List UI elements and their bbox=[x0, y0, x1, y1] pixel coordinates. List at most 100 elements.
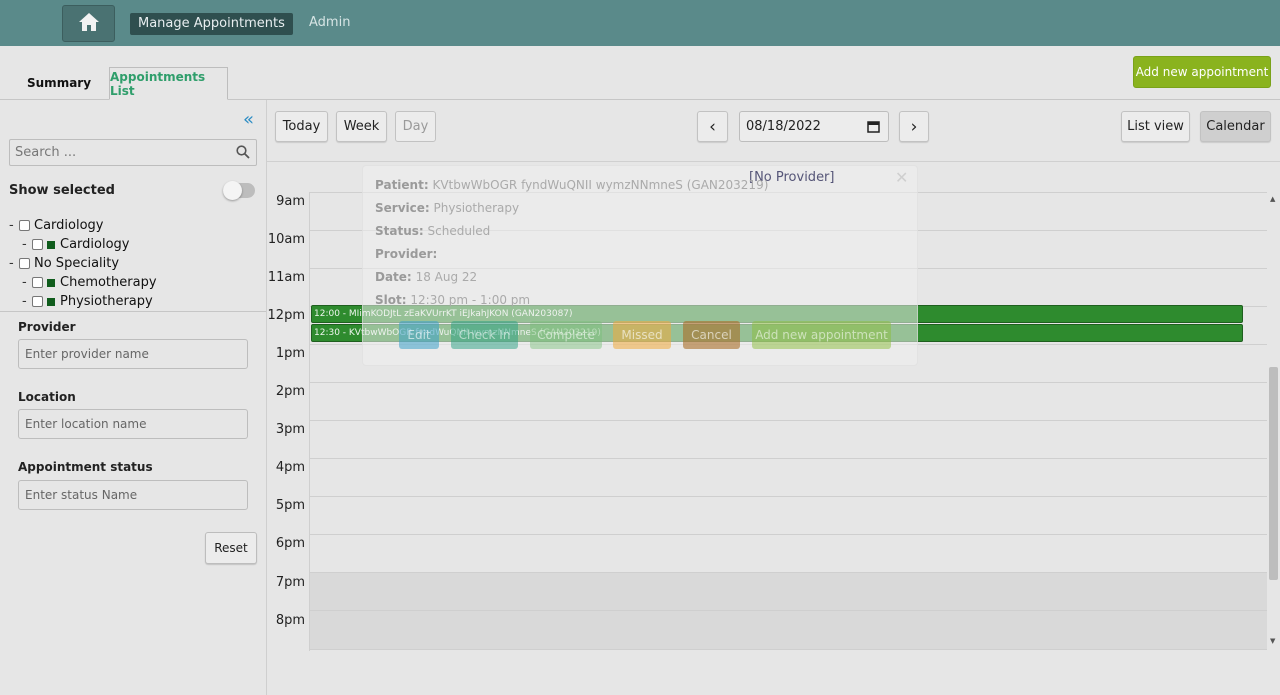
location-label: Location bbox=[18, 390, 76, 404]
popover-value: Physiotherapy bbox=[433, 201, 520, 215]
tree-item-cardiology-group: - Cardiology bbox=[9, 218, 104, 233]
hour-line bbox=[309, 458, 1267, 459]
top-nav-bar: Manage Appointments Admin bbox=[0, 0, 1280, 46]
popover-label: Provider: bbox=[375, 247, 438, 261]
check-in-button[interactable]: Check In bbox=[451, 321, 518, 349]
popover-value: KVtbwWbOGR fyndWuQNII wymzNNmneS (GAN203… bbox=[432, 178, 769, 192]
tree-label: Chemotherapy bbox=[60, 275, 157, 290]
popover-slot: Slot: 12:30 pm - 1:00 pm bbox=[375, 293, 530, 307]
home-button[interactable] bbox=[62, 5, 115, 42]
reset-button[interactable]: Reset bbox=[205, 532, 257, 564]
hour-line bbox=[309, 572, 1267, 573]
home-icon bbox=[78, 12, 100, 36]
appointment-status-input[interactable]: Enter status Name bbox=[18, 480, 248, 510]
hour-line bbox=[309, 610, 1267, 611]
hour-label: 1pm bbox=[275, 346, 305, 361]
edit-button[interactable]: Edit bbox=[399, 321, 439, 349]
popover-label: Date: bbox=[375, 270, 412, 284]
tab-summary[interactable]: Summary bbox=[27, 76, 91, 90]
tree-item-cardiology: - Cardiology bbox=[22, 237, 130, 252]
popover-value: Scheduled bbox=[427, 224, 491, 238]
hour-line bbox=[309, 534, 1267, 535]
week-button[interactable]: Week bbox=[336, 111, 387, 142]
missed-button[interactable]: Missed bbox=[613, 321, 671, 349]
prev-date-button[interactable]: ‹ bbox=[697, 111, 728, 142]
popover-value: 12:30 pm - 1:00 pm bbox=[410, 293, 531, 307]
tree-checkbox[interactable] bbox=[32, 239, 43, 250]
hour-line bbox=[309, 420, 1267, 421]
popover-label: Status: bbox=[375, 224, 424, 238]
hour-label: 2pm bbox=[275, 384, 305, 399]
tree-checkbox[interactable] bbox=[32, 296, 43, 307]
tree-item-physiotherapy: - Physiotherapy bbox=[22, 294, 153, 309]
provider-label: Provider bbox=[18, 320, 76, 334]
scroll-down-icon[interactable]: ▼ bbox=[1270, 637, 1275, 645]
hour-line bbox=[309, 496, 1267, 497]
popover-patient: Patient: KVtbwWbOGR fyndWuQNII wymzNNmne… bbox=[375, 178, 768, 192]
color-swatch-icon bbox=[47, 240, 55, 249]
popover-status: Status: Scheduled bbox=[375, 224, 490, 238]
toggle-knob bbox=[223, 181, 242, 200]
color-swatch-icon bbox=[47, 278, 55, 287]
list-view-button[interactable]: List view bbox=[1121, 111, 1190, 142]
search-input[interactable] bbox=[10, 140, 230, 165]
popover-label: Service: bbox=[375, 201, 430, 215]
appointment-status-label: Appointment status bbox=[18, 460, 153, 474]
hour-label: 12pm bbox=[267, 308, 305, 323]
service-tree: - Cardiology - Cardiology - No Specialit… bbox=[9, 216, 157, 311]
hour-line bbox=[309, 382, 1267, 383]
hour-line bbox=[309, 649, 1267, 650]
calendar-view-button[interactable]: Calendar bbox=[1200, 111, 1271, 142]
tree-label: Cardiology bbox=[34, 218, 104, 233]
complete-button[interactable]: Complete bbox=[530, 321, 602, 349]
popover-add-new-appointment-button[interactable]: Add new appointment bbox=[752, 321, 891, 349]
day-button[interactable]: Day bbox=[395, 111, 436, 142]
close-icon[interactable]: ✕ bbox=[895, 168, 908, 187]
hour-label: 7pm bbox=[275, 575, 305, 590]
nav-manage-appointments[interactable]: Manage Appointments bbox=[130, 13, 293, 35]
date-value: 08/18/2022 bbox=[746, 119, 821, 134]
sidebar-divider bbox=[0, 311, 266, 312]
date-picker-input[interactable]: 08/18/2022 bbox=[739, 111, 889, 142]
popover-label: Slot: bbox=[375, 293, 407, 307]
tab-appointments-list[interactable]: Appointments List bbox=[109, 67, 228, 100]
hour-label: 3pm bbox=[275, 422, 305, 437]
popover-label: Patient: bbox=[375, 178, 429, 192]
scroll-up-icon[interactable]: ▲ bbox=[1270, 195, 1275, 203]
hour-label: 9am bbox=[276, 194, 305, 209]
tree-checkbox[interactable] bbox=[19, 258, 30, 269]
add-new-appointment-button[interactable]: Add new appointment bbox=[1133, 56, 1271, 88]
hour-label: 4pm bbox=[275, 460, 305, 475]
cancel-button[interactable]: Cancel bbox=[683, 321, 740, 349]
provider-input[interactable]: Enter provider name bbox=[18, 339, 248, 369]
hour-label: 11am bbox=[267, 270, 305, 285]
tree-label: Cardiology bbox=[60, 237, 130, 252]
search-field bbox=[9, 139, 257, 166]
tree-item-chemotherapy: - Chemotherapy bbox=[22, 275, 157, 290]
popover-service: Service: Physiotherapy bbox=[375, 201, 519, 215]
tree-item-no-speciality: - No Speciality bbox=[9, 256, 120, 271]
hour-label: 10am bbox=[267, 232, 305, 247]
hour-label: 6pm bbox=[275, 536, 305, 551]
appointment-popover: [No Provider] ✕ Patient: KVtbwWbOGR fynd… bbox=[362, 165, 918, 366]
tabs-row: Summary Appointments List Add new appoin… bbox=[0, 46, 1280, 100]
next-date-button[interactable]: › bbox=[899, 111, 929, 142]
show-selected-toggle[interactable] bbox=[223, 181, 255, 200]
filter-sidebar: « Show selected - Cardiology - Cardiolog… bbox=[0, 100, 267, 695]
tree-checkbox[interactable] bbox=[32, 277, 43, 288]
tree-checkbox[interactable] bbox=[19, 220, 30, 231]
tree-label: Physiotherapy bbox=[60, 294, 153, 309]
popover-date: Date: 18 Aug 22 bbox=[375, 270, 477, 284]
time-axis-line bbox=[309, 192, 310, 651]
popover-provider: Provider: bbox=[375, 247, 437, 261]
hour-label: 8pm bbox=[275, 613, 305, 628]
popover-value: 18 Aug 22 bbox=[415, 270, 478, 284]
collapse-sidebar-icon[interactable]: « bbox=[243, 111, 254, 129]
location-input[interactable]: Enter location name bbox=[18, 409, 248, 439]
show-selected-label: Show selected bbox=[9, 183, 115, 198]
calendar-scroll-thumb[interactable] bbox=[1269, 367, 1278, 580]
search-icon[interactable] bbox=[236, 145, 250, 163]
nav-admin[interactable]: Admin bbox=[309, 15, 350, 30]
calendar-icon[interactable] bbox=[867, 120, 880, 137]
today-button[interactable]: Today bbox=[275, 111, 328, 142]
